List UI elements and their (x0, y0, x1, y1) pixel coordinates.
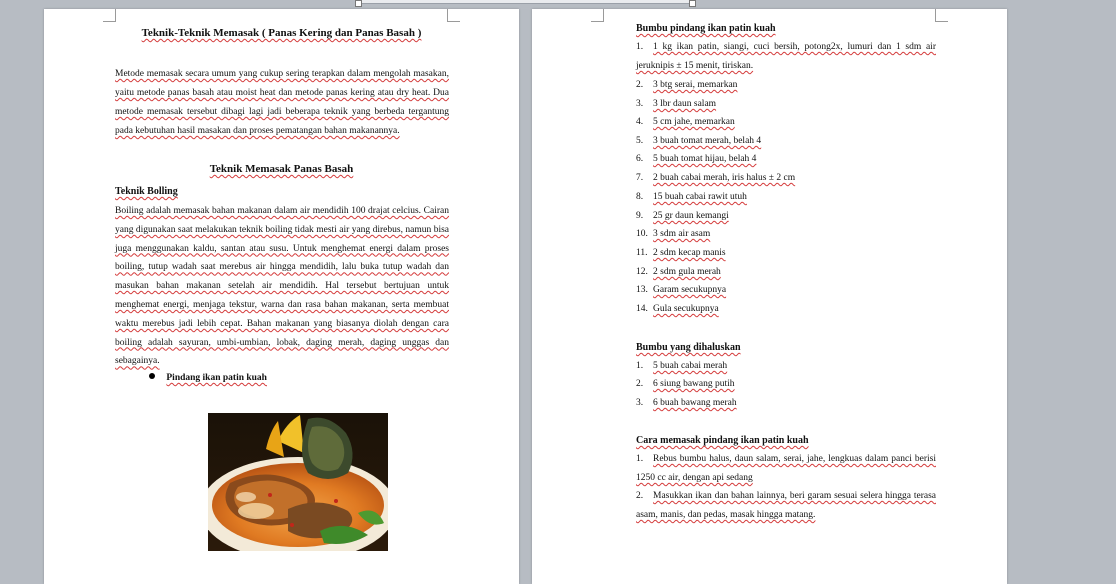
ingredient-item: 1. 1 kg ikan patin, siangi, cuci bersih, … (636, 42, 936, 52)
method-step: 2. Masukkan ikan dan bahan lainnya, beri … (636, 491, 936, 501)
ground-spice-item: 3. 6 buah bawang merah (636, 398, 737, 408)
ground-spices-heading: Bumbu yang dihaluskan (636, 342, 741, 353)
bullet-dot-icon (149, 373, 155, 379)
method-step: 1. Rebus bumbu halus, daun salam, serai, … (636, 454, 936, 464)
page-margin-corner (935, 9, 948, 22)
ingredient-item: 10. 3 sdm air asam (636, 229, 711, 239)
document-title: Teknik-Teknik Memasak ( Panas Kering dan… (141, 27, 422, 39)
method-step-continued: asam, manis, dan pedas, masak hingga mat… (636, 510, 816, 520)
page-margin-corner (447, 9, 460, 22)
subheading-boiling: Teknik Bolling (115, 186, 178, 197)
ruler-indent-right[interactable] (689, 0, 696, 7)
boiling-paragraph: Boiling adalah memasak bahan makanan dal… (115, 206, 449, 367)
ingredient-item: 5. 3 buah tomat merah, belah 4 (636, 136, 762, 146)
ingredient-item-continued: jeruknipis ± 15 menit, tiriskan. (636, 61, 754, 71)
ingredient-item: 13. Garam secukupnya (636, 285, 727, 295)
ingredient-item: 14. Gula secukupnya (636, 304, 719, 314)
method-heading: Cara memasak pindang ikan patin kuah (636, 435, 809, 446)
ruler-indent-left[interactable] (355, 0, 362, 7)
ingredients-heading: Bumbu pindang ikan patin kuah (636, 23, 776, 34)
ingredient-item: 6. 5 buah tomat hijau, belah 4 (636, 154, 757, 164)
ingredient-item: 12. 2 sdm gula merah (636, 267, 721, 277)
document-page-1: Teknik-Teknik Memasak ( Panas Kering dan… (44, 9, 519, 584)
ingredient-item: 3. 3 lbr daun salam (636, 99, 717, 109)
ingredient-item: 2. 3 btg serai, memarkan (636, 80, 738, 90)
document-page-2: Bumbu pindang ikan patin kuah 1. 1 kg ika… (532, 9, 1007, 584)
ground-spice-item: 1. 5 buah cabai merah (636, 361, 728, 371)
page-margin-corner (591, 9, 604, 22)
ruler-strip (355, 0, 695, 4)
section-title: Teknik Memasak Panas Basah (209, 163, 354, 175)
ground-spice-item: 2. 6 siung bawang putih (636, 379, 735, 389)
ingredient-item: 11. 2 sdm kecap manis (636, 248, 726, 258)
ingredient-item: 9. 25 gr daun kemangi (636, 211, 729, 221)
method-step-continued: 1250 cc air, dengan api sedang (636, 473, 753, 483)
page-margin-corner (103, 9, 116, 22)
ingredient-item: 8. 15 buah cabai rawit utuh (636, 192, 747, 202)
intro-paragraph: Metode memasak secara umum yang cukup se… (115, 69, 449, 136)
bullet-item: Pindang ikan patin kuah (149, 373, 267, 383)
ingredient-item: 7. 2 buah cabai merah, iris halus ± 2 cm (636, 173, 796, 183)
ingredient-item: 4. 5 cm jahe, memarkan (636, 117, 735, 127)
bullet-label: Pindang ikan patin kuah (166, 373, 267, 383)
fish-curry-image (208, 413, 388, 551)
